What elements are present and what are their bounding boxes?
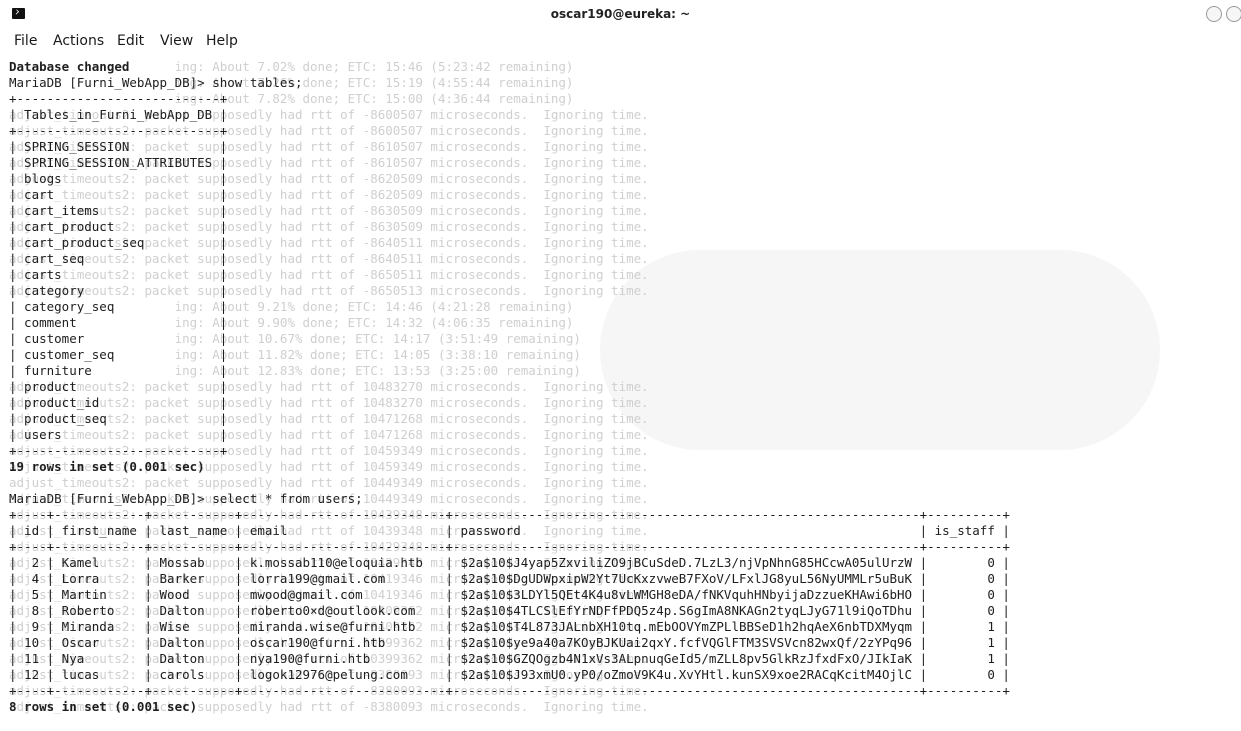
terminal-line: | carts | [9, 267, 228, 282]
terminal-line: | SPRING_SESSION | [9, 139, 228, 154]
menu-file[interactable]: File [14, 33, 37, 49]
terminal-line: +---------------------------+ [9, 91, 228, 106]
terminal-line: | cart_seq | [9, 251, 228, 266]
terminal-line: | blogs | [9, 171, 228, 186]
terminal-line: | cart_product_seq | [9, 235, 228, 250]
terminal-line: | customer | [9, 331, 228, 346]
terminal-line: MariaDB [Furni_WebApp_DB]> show tables; [9, 75, 303, 90]
terminal-line: | 4 | Lorra | Barker | lorra199@gmail.co… [9, 571, 1010, 586]
terminal-line: MariaDB [Furni_WebApp_DB]> select * from… [9, 491, 363, 506]
window-title: oscar190@eureka: ~ [550, 7, 691, 21]
terminal-line: | 10 | Oscar | Dalton | oscar190@furni.h… [9, 635, 1010, 650]
terminal-output[interactable]: Database changed MariaDB [Furni_WebApp_DB… [9, 59, 1010, 731]
terminal-line: | product | [9, 379, 228, 394]
terminal-line: +---------------------------+ [9, 443, 228, 458]
menu-bar: File Actions Edit View Help [0, 30, 1241, 54]
terminal-line: +----+------------+-----------+---------… [9, 683, 1010, 698]
terminal-line: | customer_seq | [9, 347, 228, 362]
terminal-line: | product_id | [9, 395, 228, 410]
terminal-line: Database changed [9, 59, 130, 74]
terminal-line: | 9 | Miranda | Wise | miranda.wise@furn… [9, 619, 1010, 634]
terminal-line: +----+------------+-----------+---------… [9, 507, 1010, 522]
terminal-line: | SPRING_SESSION_ATTRIBUTES | [9, 155, 228, 170]
maximize-button[interactable] [1226, 6, 1241, 22]
terminal-line: | 2 | Kamel | Mossab | k.mossab110@eloqu… [9, 555, 1010, 570]
terminal-line: | 11 | Nya | Dalton | nya190@furni.htb |… [9, 651, 1010, 666]
minimize-button[interactable] [1206, 6, 1222, 22]
menu-edit[interactable]: Edit [117, 33, 144, 49]
terminal-line: | cart_items | [9, 203, 228, 218]
terminal-line: +----+------------+-----------+---------… [9, 539, 1010, 554]
menu-help[interactable]: Help [206, 33, 238, 49]
terminal-line: +---------------------------+ [9, 123, 228, 138]
terminal-line: 19 rows in set (0.001 sec) [9, 459, 205, 474]
terminal-line: | cart | [9, 187, 228, 202]
terminal-line: 8 rows in set (0.001 sec) [9, 699, 198, 714]
terminal-line: | id | first_name | last_name | email | … [9, 523, 1010, 538]
terminal-line: | product_seq | [9, 411, 228, 426]
terminal-line: | Tables_in_Furni_WebApp_DB | [9, 107, 228, 122]
terminal-line: | 12 | lucas | carols | logok12976@pelun… [9, 667, 1010, 682]
terminal-line: | cart_product | [9, 219, 228, 234]
terminal-line: | 8 | Roberto | Dalton | roberto0×d@outl… [9, 603, 1010, 618]
terminal-line: | category_seq | [9, 299, 228, 314]
menu-view[interactable]: View [160, 33, 193, 49]
terminal-line: | comment | [9, 315, 228, 330]
terminal-line: | category | [9, 283, 228, 298]
window-titlebar[interactable]: oscar190@eureka: ~ [0, 0, 1241, 30]
terminal-line: | 5 | Martin | Wood | mwood@gmail.com | … [9, 587, 1010, 602]
terminal-line: | furniture | [9, 363, 228, 378]
menu-actions[interactable]: Actions [53, 33, 104, 49]
terminal-line: | users | [9, 427, 228, 442]
